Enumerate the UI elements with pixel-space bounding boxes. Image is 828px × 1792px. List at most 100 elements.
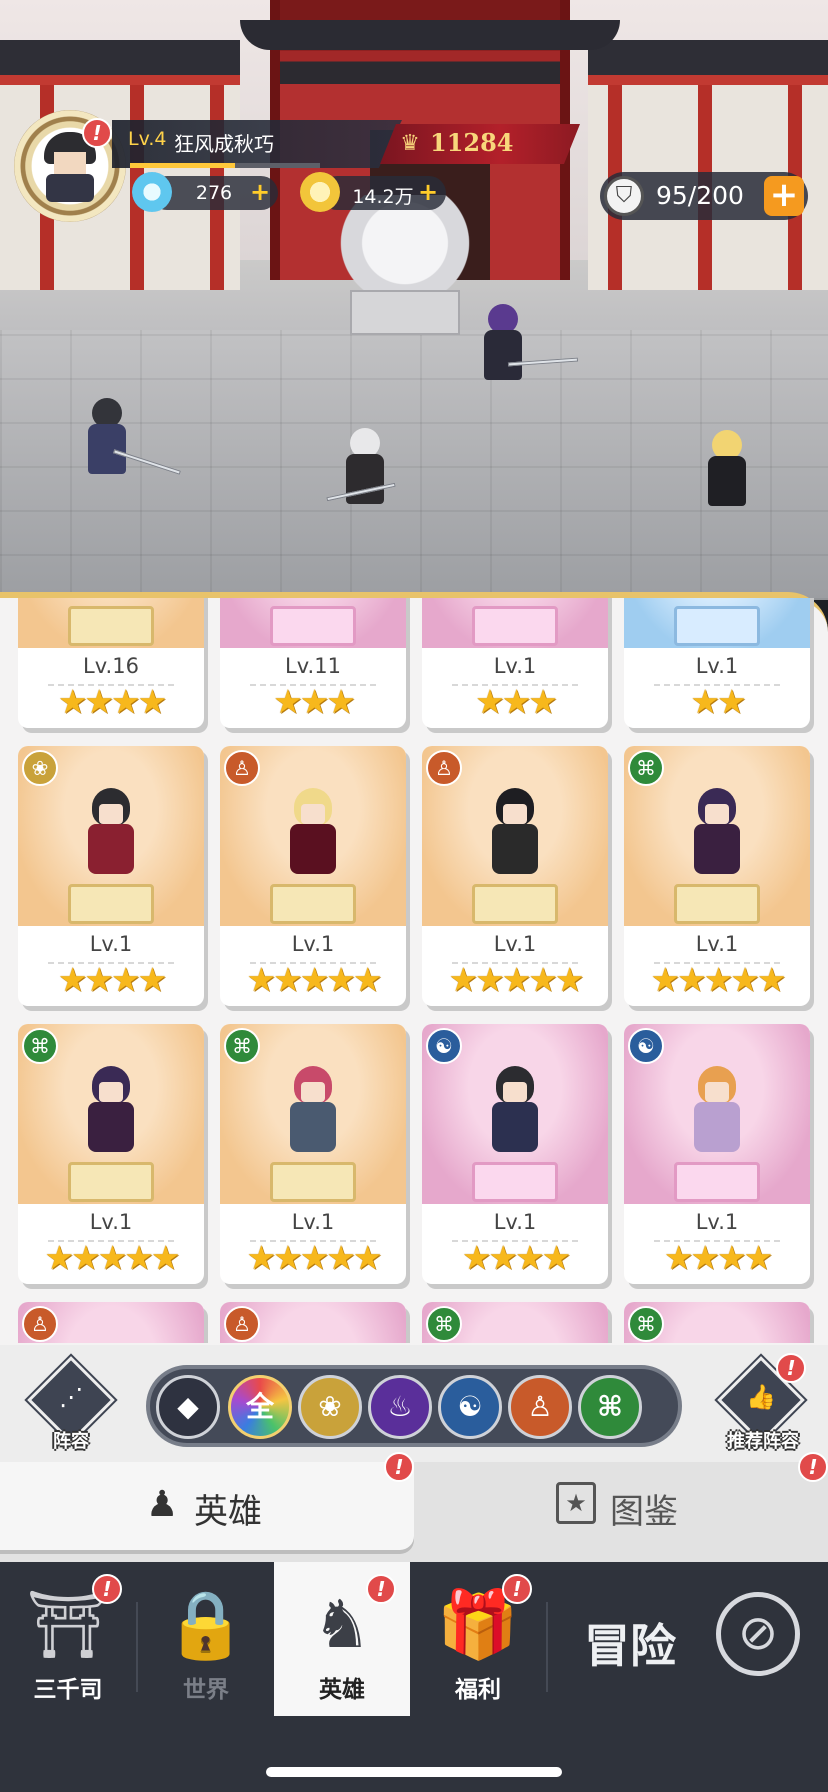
meditation-icon: ♙ bbox=[224, 750, 260, 786]
hero-portrait bbox=[80, 1066, 142, 1166]
swirl-icon: ☯ bbox=[628, 1028, 664, 1064]
lock-globe-icon: 🔒 bbox=[164, 1586, 248, 1663]
tier-filter-button[interactable]: ◆ bbox=[156, 1375, 220, 1439]
faction-filter-pill: ◆ 全 ❀ ♨ ☯ ♙ ⌘ bbox=[146, 1365, 682, 1447]
dna-icon: ⌘ bbox=[224, 1028, 260, 1064]
hero-card[interactable]: ⌘ bbox=[422, 1302, 608, 1343]
hero-pedestal bbox=[472, 1162, 558, 1202]
hero-card[interactable]: ⌘ bbox=[624, 1302, 810, 1343]
hero-card[interactable]: Lv.1 ★★★★★ ⌘ bbox=[624, 746, 810, 1006]
hero-pedestal bbox=[674, 606, 760, 646]
nav-adventure-label: 冒险 bbox=[584, 1619, 676, 1673]
recommended-lineup-label: 推荐阵容 bbox=[727, 1431, 799, 1452]
hero-card[interactable]: Lv.1 ★★★★★ ⌘ bbox=[220, 1024, 406, 1284]
meditation-filter-button[interactable]: ♙ bbox=[508, 1375, 572, 1439]
nav-adventure[interactable]: 冒险 ⊘ bbox=[548, 1562, 828, 1722]
hero-stars: ★★★★★ bbox=[650, 960, 787, 999]
hero-level: Lv.1 bbox=[695, 932, 739, 956]
purple-flame-filter-button[interactable]: ♨ bbox=[368, 1375, 432, 1439]
add-gold-button[interactable]: + bbox=[416, 180, 440, 205]
dna-icon: ⌘ bbox=[426, 1306, 462, 1342]
lotus-filter-button[interactable]: ❀ bbox=[298, 1375, 362, 1439]
nav-world-label: 世界 bbox=[183, 1677, 229, 1703]
hero-portrait bbox=[80, 788, 142, 888]
heroes-nav-alert-badge: ! bbox=[366, 1574, 396, 1604]
thumbs-up-icon: 👍 bbox=[746, 1383, 776, 1411]
hero-card[interactable]: Lv.1 ★★ bbox=[624, 598, 810, 728]
player-level: Lv.4 bbox=[128, 128, 167, 150]
dna-filter-button[interactable]: ⌘ bbox=[578, 1375, 642, 1439]
sanqiansi-alert-badge: ! bbox=[92, 1574, 122, 1604]
hero-card-art bbox=[624, 598, 810, 648]
hero-pedestal bbox=[270, 606, 356, 646]
combat-power: ♛ 11284 bbox=[380, 124, 580, 164]
tab-heroes[interactable]: ♟ 英雄 bbox=[0, 1462, 414, 1550]
hero-card[interactable]: Lv.1 ★★★★ ❀ bbox=[18, 746, 204, 1006]
hero-stars: ★★★★★ bbox=[448, 960, 585, 999]
home-indicator[interactable] bbox=[266, 1767, 562, 1777]
hero-level: Lv.1 bbox=[291, 1210, 335, 1234]
hero-card[interactable]: Lv.11 ★★★ bbox=[220, 598, 406, 728]
meditation-icon: ♙ bbox=[224, 1306, 260, 1342]
codex-tab-alert-badge: ! bbox=[798, 1452, 828, 1482]
nav-sanqiansi-label: 三千司 bbox=[33, 1677, 103, 1703]
hero-card[interactable]: Lv.1 ★★★★ ☯ bbox=[624, 1024, 810, 1284]
dna-icon: ⌘ bbox=[597, 1390, 623, 1423]
nav-world[interactable]: 🔒 世界 bbox=[138, 1562, 274, 1722]
hero-level: Lv.1 bbox=[493, 1210, 537, 1234]
dna-icon: ⌘ bbox=[628, 750, 664, 786]
hero-pedestal bbox=[674, 1162, 760, 1202]
hero-level: Lv.1 bbox=[493, 932, 537, 956]
hero-level: Lv.16 bbox=[83, 654, 139, 678]
hero-card[interactable]: Lv.1 ★★★★ ☯ bbox=[422, 1024, 608, 1284]
hero-stars: ★★★★★ bbox=[246, 1238, 383, 1277]
gold-coin-icon bbox=[300, 172, 340, 212]
hero-card[interactable]: Lv.16 ★★★★ bbox=[18, 598, 204, 728]
hero-card[interactable]: Lv.1 ★★★★★ ⌘ bbox=[18, 1024, 204, 1284]
hero-pedestal bbox=[472, 606, 558, 646]
hero-stars: ★★ bbox=[690, 682, 746, 721]
filter-bar: ⋰ 阵容 ◆ 全 ❀ ♨ ☯ ♙ ⌘ 👍 推荐阵容 ! bbox=[0, 1345, 828, 1465]
hero-card-art bbox=[18, 598, 204, 648]
lineup-button[interactable]: ⋰ 阵容 bbox=[26, 1356, 116, 1455]
stamina-icon: ⛉ bbox=[604, 176, 644, 216]
add-stamina-button[interactable]: + bbox=[764, 176, 804, 216]
hero-card-art bbox=[220, 598, 406, 648]
hero-portrait bbox=[686, 788, 748, 888]
hero-list-scroll[interactable]: Lv.16 ★★★★ Lv.11 ★★★ Lv.1 ★★★ Lv.1 ★★ Lv.1 ★★★★ ❀ L… bbox=[0, 598, 828, 1343]
hero-card[interactable]: Lv.1 ★★★★★ ♙ bbox=[422, 746, 608, 1006]
hero-level: Lv.1 bbox=[695, 1210, 739, 1234]
tab-codex[interactable]: ★ 图鉴 bbox=[414, 1462, 828, 1550]
diamond-icon bbox=[132, 172, 172, 212]
hero-portrait bbox=[484, 1066, 546, 1166]
welfare-alert-badge: ! bbox=[502, 1574, 532, 1604]
hero-card[interactable]: ♙ bbox=[220, 1302, 406, 1343]
swirl-filter-button[interactable]: ☯ bbox=[438, 1375, 502, 1439]
hero-card[interactable]: ♙ bbox=[18, 1302, 204, 1343]
hero-stars: ★★★★ bbox=[57, 682, 167, 721]
hero-stars: ★★★ bbox=[475, 682, 558, 721]
swirl-icon: ☯ bbox=[457, 1390, 483, 1423]
crest-icon: ♛ bbox=[400, 131, 420, 156]
player-name: 狂风成秋巧 bbox=[174, 132, 274, 156]
hero-silhouette-icon: ♟ bbox=[146, 1484, 179, 1525]
hero-level: Lv.1 bbox=[89, 932, 133, 956]
hero-stars: ★★★★ bbox=[461, 1238, 571, 1277]
codex-book-icon: ★ bbox=[556, 1482, 596, 1524]
hero-level: Lv.1 bbox=[291, 932, 335, 956]
hero-stars: ★★★★ bbox=[663, 1238, 773, 1277]
lotus-icon: ❀ bbox=[22, 750, 58, 786]
hero-card[interactable]: Lv.1 ★★★★★ ♙ bbox=[220, 746, 406, 1006]
hero-card[interactable]: Lv.1 ★★★ bbox=[422, 598, 608, 728]
all-filter-button[interactable]: 全 bbox=[228, 1375, 292, 1439]
add-diamond-button[interactable]: + bbox=[248, 180, 272, 205]
tab-codex-label: 图鉴 bbox=[610, 1492, 678, 1532]
player-name-plate: Lv.4 狂风成秋巧 bbox=[112, 120, 402, 168]
hero-portrait bbox=[282, 788, 344, 888]
player-xp-bar bbox=[130, 163, 320, 168]
hero-stars: ★★★★ bbox=[57, 960, 167, 999]
hero-sprite-purple-hair bbox=[478, 304, 579, 390]
lotus-icon: ❀ bbox=[318, 1390, 342, 1423]
meditation-icon: ♙ bbox=[426, 750, 462, 786]
bottom-nav: ⛩ 三千司 ! 🔒 世界 ♞ 英雄 ! 🎁 福利 ! 冒险 ⊘ bbox=[0, 1562, 828, 1792]
